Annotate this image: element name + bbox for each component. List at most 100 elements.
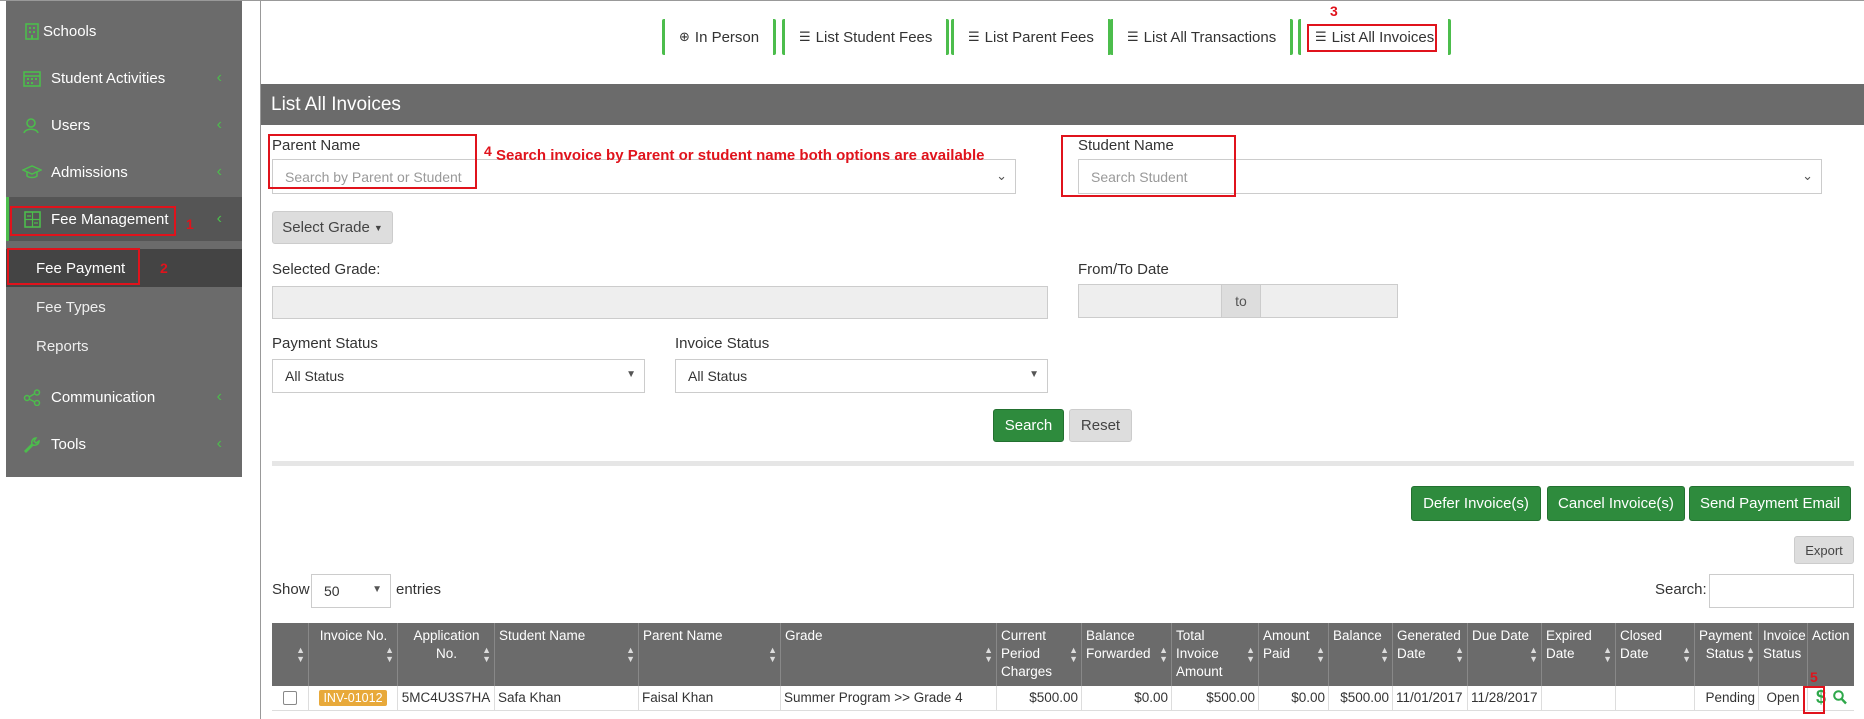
application-no-cell: 5MC4U3S7HA [398, 686, 495, 711]
column-header[interactable]: Grade ▲ ▼ [781, 623, 997, 686]
payment-status-label: Payment Status [272, 335, 378, 352]
sidebar-item-tools[interactable]: Tools ‹ [6, 422, 242, 466]
student-name-cell: Safa Khan [495, 686, 639, 711]
closed-date-cell [1616, 686, 1695, 711]
reset-button[interactable]: Reset [1069, 409, 1132, 442]
generated-date-cell: 11/01/2017 [1393, 686, 1468, 711]
annotation-box-parent-name [268, 134, 477, 189]
export-button[interactable]: Export [1794, 536, 1854, 564]
payment-status-select[interactable]: All Status ▼ [272, 359, 645, 393]
sort-icon: ▲ ▼ [385, 645, 394, 664]
calendar-icon [22, 69, 42, 87]
panel-title: List All Invoices [261, 84, 1864, 125]
tab-list-student-fees[interactable]: ☰ List Student Fees [782, 19, 950, 55]
column-header[interactable]: Student Name ▲ ▼ [495, 623, 639, 686]
list-icon: ☰ [968, 29, 980, 44]
caret-down-icon: ▼ [1029, 369, 1039, 380]
column-header[interactable]: Amount Paid ▲ ▼ [1259, 623, 1329, 686]
caret-down-icon: ▼ [626, 369, 636, 380]
send-payment-email-button[interactable]: Send Payment Email [1689, 486, 1851, 521]
table-search-input[interactable] [1709, 574, 1854, 608]
graduation-cap-icon [22, 163, 42, 181]
column-header[interactable]: Application No. ▲ ▼ [398, 623, 495, 686]
select-grade-button[interactable]: Select Grade ▼ [272, 211, 393, 244]
column-header[interactable]: Balance ▲ ▼ [1329, 623, 1393, 686]
sort-icon: ▲ ▼ [1159, 645, 1168, 664]
column-header[interactable]: Closed Date ▲ ▼ [1616, 623, 1695, 686]
sidebar-item-label: Schools [43, 22, 97, 40]
sidebar-item-label: Tools [51, 435, 87, 453]
sidebar-item-users[interactable]: Users ‹ [6, 103, 242, 147]
column-header[interactable]: Payment Status ▲ ▼ [1695, 623, 1759, 686]
cancel-invoices-button[interactable]: Cancel Invoice(s) [1547, 486, 1685, 521]
tab-list-all-transactions[interactable]: ☰ List All Transactions [1110, 19, 1294, 55]
sort-icon: ▲ ▼ [1603, 645, 1612, 664]
chevron-left-icon: ‹ [216, 69, 222, 86]
chevron-left-icon: ‹ [216, 116, 222, 133]
column-header[interactable]: Total Invoice Amount ▲ ▼ [1172, 623, 1259, 686]
sidebar-item-schools[interactable]: Schools [6, 9, 242, 53]
sidebar-subitem-label: Fee Types [36, 298, 106, 316]
column-header[interactable]: Due Date ▲ ▼ [1468, 623, 1542, 686]
tab-label: In Person [694, 28, 760, 46]
chevron-left-icon: ‹ [216, 435, 222, 452]
sidebar-item-communication[interactable]: Communication ‹ [6, 375, 242, 419]
payment-status-value: All Status [285, 368, 345, 384]
sort-icon: ▲ ▼ [482, 645, 491, 664]
share-icon [22, 388, 42, 406]
sidebar-item-student-activities[interactable]: Student Activities ‹ [6, 56, 242, 100]
tab-in-person[interactable]: ⊕ In Person [662, 19, 777, 55]
search-icon[interactable] [1832, 690, 1847, 708]
list-icon: ☰ [1127, 29, 1139, 44]
tab-list-parent-fees[interactable]: ☰ List Parent Fees [951, 19, 1111, 55]
sidebar-subitem-reports[interactable]: Reports [6, 327, 242, 365]
column-header[interactable]: Parent Name ▲ ▼ [639, 623, 781, 686]
sidebar-subitem-fee-types[interactable]: Fee Types [6, 288, 242, 326]
sort-icon: ▲ ▼ [1455, 645, 1464, 664]
plus-circle-icon: ⊕ [679, 29, 690, 44]
annotation-number-4: 4 [484, 143, 492, 159]
divider [272, 461, 1854, 466]
column-header[interactable]: Balance Forwarded ▲ ▼ [1082, 623, 1172, 686]
invoice-no-badge[interactable]: INV-01012 [319, 690, 387, 706]
search-button[interactable]: Search [993, 409, 1064, 442]
chevron-down-icon: ⌄ [996, 168, 1007, 183]
show-label: Show [272, 581, 310, 598]
chevron-left-icon: ‹ [216, 163, 222, 180]
sort-icon: ▲ ▼ [1246, 645, 1255, 664]
invoice-status-select[interactable]: All Status ▼ [675, 359, 1048, 393]
due-date-cell: 11/28/2017 [1468, 686, 1542, 711]
sidebar-item-label: Admissions [51, 163, 128, 181]
column-header[interactable]: Invoice Status [1759, 623, 1808, 686]
amount-paid-cell: $0.00 [1259, 686, 1329, 711]
chevron-left-icon: ‹ [216, 210, 222, 227]
invoice-status-label: Invoice Status [675, 335, 770, 352]
annotation-search-hint: Search invoice by Parent or student name… [496, 147, 985, 164]
from-date-input[interactable] [1078, 284, 1222, 318]
selected-grade-label: Selected Grade: [272, 261, 381, 278]
page: Schools Student Activities ‹ Users ‹ Adm… [0, 0, 1864, 719]
table-header: ▲ ▼ Invoice No. ▲ ▼ Application No. ▲ ▼ Stude… [272, 623, 1854, 686]
date-range-separator: to [1221, 284, 1261, 318]
entries-select[interactable]: 50 ▼ [311, 574, 391, 608]
annotation-number-1: 1 [186, 216, 194, 232]
column-header[interactable]: Invoice No. ▲ ▼ [309, 623, 398, 686]
annotation-box-list-all-invoices [1307, 24, 1437, 52]
defer-invoices-button[interactable]: Defer Invoice(s) [1411, 486, 1541, 521]
chevron-down-icon: ⌄ [1802, 168, 1813, 183]
expired-date-cell [1542, 686, 1616, 711]
annotation-number-3: 3 [1330, 3, 1338, 19]
column-header[interactable]: Current Period Charges ▲ ▼ [997, 623, 1082, 686]
from-to-date-label: From/To Date [1078, 261, 1169, 278]
parent-name-cell: Faisal Khan [639, 686, 781, 711]
to-date-input[interactable] [1260, 284, 1398, 318]
row-checkbox[interactable] [283, 691, 297, 705]
row-checkbox-cell [272, 686, 309, 711]
column-header[interactable]: Expired Date ▲ ▼ [1542, 623, 1616, 686]
column-header[interactable]: Generated Date ▲ ▼ [1393, 623, 1468, 686]
sidebar-item-admissions[interactable]: Admissions ‹ [6, 150, 242, 194]
table-search-label: Search: [1655, 581, 1707, 598]
tab-label: List All Transactions [1143, 28, 1277, 46]
table-row[interactable]: INV-01012 5MC4U3S7HA Safa Khan Faisal Kh… [272, 686, 1854, 711]
column-header-select[interactable]: ▲ ▼ [272, 623, 309, 686]
